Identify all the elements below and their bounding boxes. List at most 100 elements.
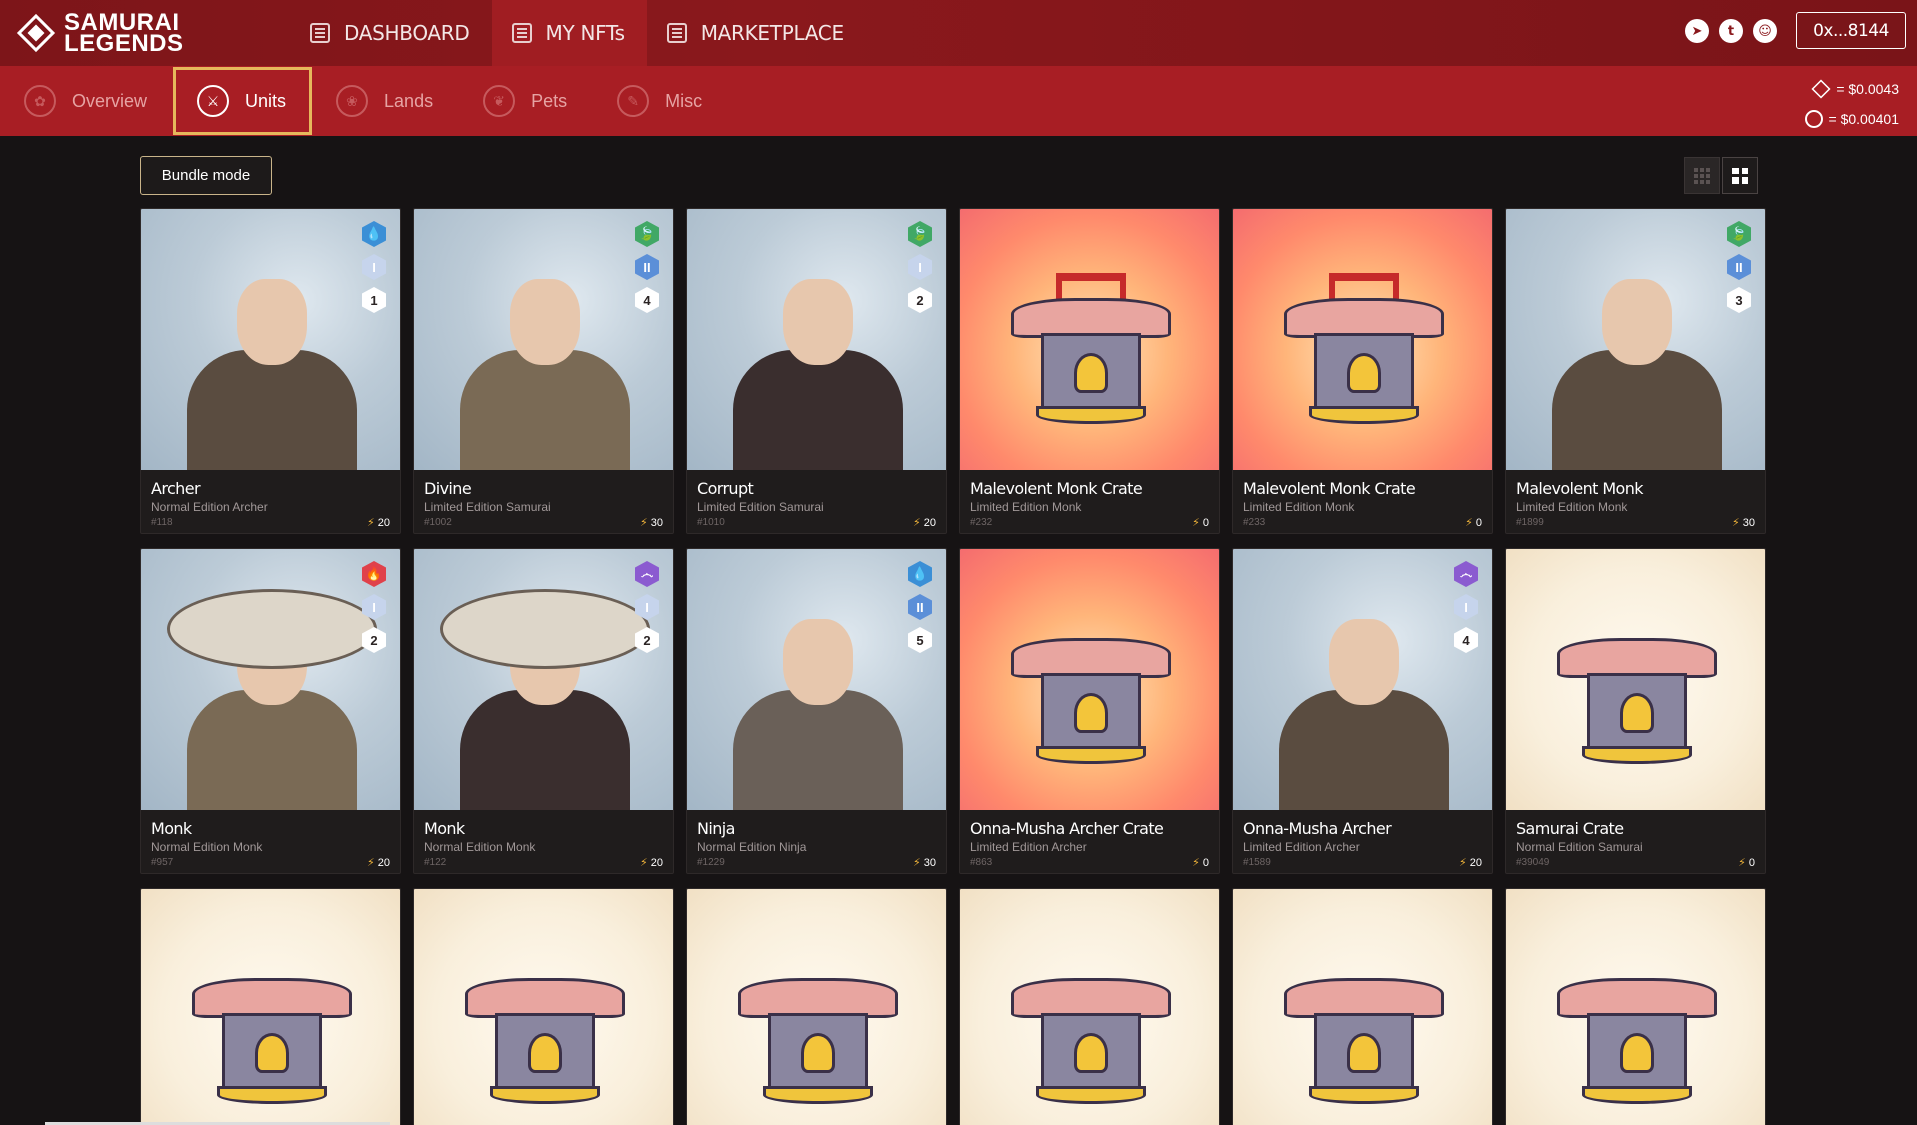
card-edition: Limited Edition Archer (970, 840, 1087, 854)
tab-misc[interactable]: ✎ Misc (593, 67, 728, 135)
card-power-value: 20 (377, 516, 390, 529)
card-name: Onna-Musha Archer Crate (970, 819, 1164, 838)
unit-badges: 💧 II 5 (908, 561, 934, 660)
nft-card[interactable]: Malevolent Monk Crate Limited Edition Mon… (1232, 208, 1493, 534)
bundle-mode-button[interactable]: Bundle mode (140, 156, 272, 195)
small-grid-view-button[interactable] (1684, 157, 1720, 194)
unit-badges: 🍃 II 3 (1727, 221, 1753, 320)
card-power-value: 20 (650, 856, 663, 869)
unit-badges: 🔥 I 2 (362, 561, 388, 660)
character-body (1551, 350, 1722, 470)
nft-card[interactable]: 🍃 II 4 Divine Limited Edition Samurai #1002 ⚡ 3… (413, 208, 674, 534)
tab-overview-label: Overview (72, 90, 148, 111)
nft-card-image (141, 889, 400, 1125)
lands-icon: ❀ (336, 85, 369, 117)
logo-icon (16, 13, 56, 53)
card-power-value: 0 (1475, 516, 1482, 529)
nft-card-image (414, 889, 673, 1125)
unit-badges: 🍃 I 2 (908, 221, 934, 320)
nav-my-nfts[interactable]: MY NFTs (491, 0, 647, 66)
nft-card[interactable]: 🍃 I 2 Corrupt Limited Edition Samurai #1010 ⚡ 2… (686, 208, 947, 534)
card-id: #118 (151, 517, 173, 528)
nft-card-image: ෴ I 4 (1233, 549, 1492, 810)
level-badge: 2 (362, 627, 386, 653)
nft-card[interactable]: Samurai Crate Normal Edition Samurai #3904… (1505, 548, 1766, 874)
nft-card[interactable]: Onna-Musha Archer Crate Limited Edition A… (959, 548, 1220, 874)
logo[interactable]: SAMURAI LEGENDS (16, 9, 184, 57)
nft-card[interactable]: ෴ I 2 Monk Normal Edition Monk #122 ⚡ 20 (413, 548, 674, 874)
card-name: Corrupt (697, 479, 754, 498)
nft-card-image: 🔥 I 2 (141, 549, 400, 810)
price-token-2: = $0.00401 (1828, 111, 1899, 127)
card-power: ⚡ 20 (367, 856, 390, 870)
crate-illustration (191, 958, 352, 1108)
nft-card[interactable] (686, 888, 947, 1125)
sword-icon: ⚔ (197, 85, 230, 117)
discord-icon[interactable]: ☺ (1753, 19, 1777, 43)
tab-units[interactable]: ⚔ Units (173, 67, 313, 135)
nft-card[interactable] (413, 888, 674, 1125)
tab-pets[interactable]: ❦ Pets (459, 67, 593, 135)
bolt-icon: ⚡ (367, 857, 375, 869)
logo-text: SAMURAI LEGENDS (64, 11, 184, 56)
token-diamond-icon (1811, 79, 1831, 99)
card-edition: Normal Edition Samurai (1516, 840, 1643, 854)
card-id: #232 (970, 517, 993, 528)
dashboard-icon (310, 23, 330, 43)
tab-lands[interactable]: ❀ Lands (312, 67, 459, 135)
leaf-element-icon: 🍃 (908, 221, 932, 247)
nft-card[interactable]: Malevolent Monk Crate Limited Edition Mon… (959, 208, 1220, 534)
card-power: ⚡ 0 (1738, 856, 1755, 870)
level-badge: 4 (635, 287, 659, 313)
card-edition: Limited Edition Archer (1243, 840, 1360, 854)
tab-units-label: Units (245, 90, 287, 111)
level-badge: 2 (635, 627, 659, 653)
nav-marketplace[interactable]: MARKETPLACE (647, 0, 866, 66)
twitter-icon[interactable]: t (1719, 19, 1743, 43)
main-nav: DASHBOARD MY NFTs MARKETPLACE (290, 0, 866, 66)
crate-illustration (464, 958, 625, 1108)
unit-badges: ෴ I 2 (635, 561, 661, 660)
nft-card[interactable]: 💧 II 5 Ninja Normal Edition Ninja #1229 ⚡ 30 (686, 548, 947, 874)
sub-nav: ✿ Overview ⚔ Units ❀ Lands ❦ Pets ✎ Misc (0, 66, 728, 136)
card-power: ⚡ 0 (1465, 516, 1482, 530)
crate-illustration (1556, 958, 1717, 1108)
overview-icon: ✿ (24, 85, 56, 117)
crate-illustration (737, 958, 898, 1108)
tab-pets-label: Pets (531, 90, 568, 111)
small-grid-icon (1694, 167, 1710, 184)
nav-marketplace-label: MARKETPLACE (700, 21, 844, 45)
telegram-icon[interactable]: ➤ (1685, 19, 1709, 43)
nft-card[interactable]: ෴ I 4 Onna-Musha Archer Limited Edition Arch… (1232, 548, 1493, 874)
tab-overview[interactable]: ✿ Overview (0, 67, 173, 135)
nav-dashboard-label: DASHBOARD (344, 21, 470, 45)
card-power: ⚡ 20 (367, 516, 390, 530)
nft-card[interactable] (959, 888, 1220, 1125)
card-name: Archer (151, 479, 201, 498)
nft-card-image (1506, 889, 1765, 1125)
character-body (459, 350, 630, 470)
character-body (186, 350, 357, 470)
tier-badge: I (1454, 594, 1478, 620)
tier-badge: II (1727, 254, 1751, 280)
nft-card[interactable]: 💧 I 1 Archer Normal Edition Archer #118 ⚡ 20 (140, 208, 401, 534)
straw-hat (166, 589, 377, 669)
large-grid-view-button[interactable] (1722, 157, 1758, 194)
card-edition: Normal Edition Archer (151, 500, 268, 514)
card-edition: Limited Edition Monk (1516, 500, 1628, 514)
nft-card[interactable]: 🍃 II 3 Malevolent Monk Limited Edition Monk #… (1505, 208, 1766, 534)
card-name: Malevolent Monk (1516, 479, 1644, 498)
card-id: #1589 (1243, 857, 1271, 868)
nft-card[interactable] (140, 888, 401, 1125)
card-power: ⚡ 0 (1192, 856, 1209, 870)
wallet-button[interactable]: 0x...8144 (1796, 12, 1906, 49)
nft-card-image (960, 889, 1219, 1125)
nft-card[interactable] (1505, 888, 1766, 1125)
nft-card[interactable]: 🔥 I 2 Monk Normal Edition Monk #957 ⚡ 20 (140, 548, 401, 874)
card-power: ⚡ 20 (1459, 856, 1482, 870)
nft-card[interactable] (1232, 888, 1493, 1125)
nav-dashboard[interactable]: DASHBOARD (290, 0, 492, 66)
card-power: ⚡ 30 (1732, 516, 1755, 530)
token-seal-icon (1804, 110, 1823, 128)
tier-badge: I (635, 594, 659, 620)
